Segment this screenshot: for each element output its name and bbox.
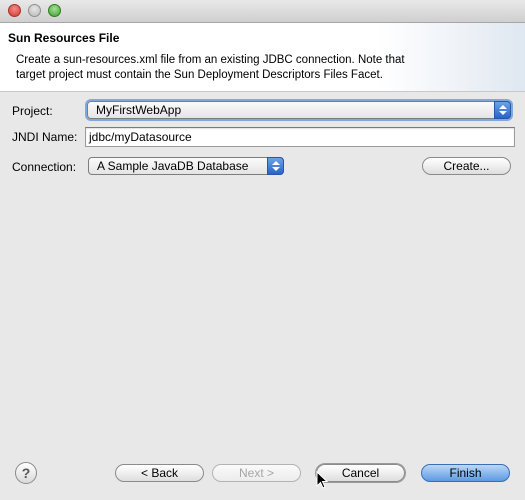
- help-icon[interactable]: ?: [15, 462, 37, 484]
- mouse-pointer-icon: [316, 471, 328, 489]
- next-button: Next >: [212, 464, 301, 482]
- select-arrows-icon: [494, 101, 511, 119]
- jndi-name-field[interactable]: jdbc/myDatasource: [85, 127, 515, 147]
- create-connection-button[interactable]: Create...: [422, 157, 511, 175]
- project-label: Project:: [12, 104, 53, 118]
- connection-select-value: A Sample JavaDB Database: [97, 159, 249, 173]
- select-arrows-icon: [267, 157, 284, 175]
- zoom-window-button[interactable]: [48, 4, 61, 17]
- wizard-description-line-1: Create a sun-resources.xml file from an …: [16, 54, 405, 66]
- finish-button[interactable]: Finish: [421, 464, 510, 482]
- wizard-title: Sun Resources File: [8, 31, 120, 45]
- wizard-description-line-2: target project must contain the Sun Depl…: [16, 69, 383, 81]
- wizard-banner: Sun Resources File Create a sun-resource…: [0, 23, 525, 92]
- close-window-button[interactable]: [8, 4, 21, 17]
- project-select[interactable]: MyFirstWebApp: [87, 101, 511, 119]
- dialog-window: Sun Resources File Create a sun-resource…: [0, 0, 525, 500]
- connection-select[interactable]: A Sample JavaDB Database: [88, 157, 284, 175]
- wizard-description: Create a sun-resources.xml file from an …: [16, 53, 486, 83]
- project-select-value: MyFirstWebApp: [96, 103, 182, 117]
- title-bar[interactable]: [0, 0, 525, 23]
- back-button[interactable]: < Back: [115, 464, 204, 482]
- connection-label: Connection:: [12, 160, 77, 174]
- cancel-button[interactable]: Cancel: [316, 464, 405, 482]
- jndi-name-label: JNDI Name:: [12, 130, 78, 144]
- minimize-window-button[interactable]: [28, 4, 41, 17]
